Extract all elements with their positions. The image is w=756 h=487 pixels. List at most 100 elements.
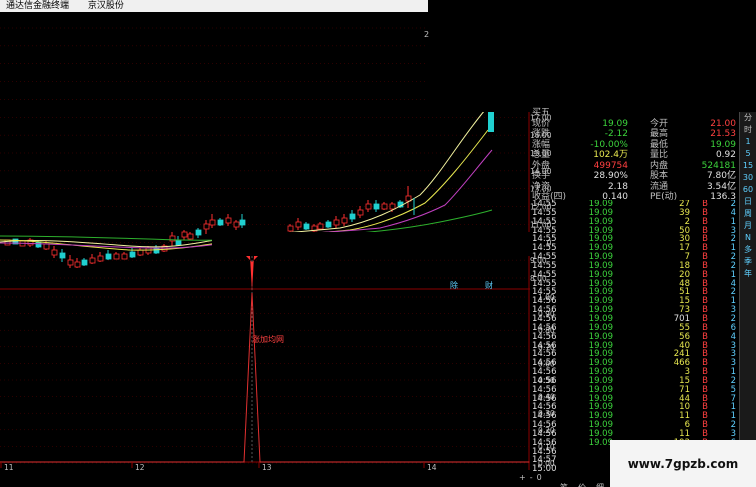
period-tab[interactable]: 日 bbox=[740, 196, 756, 208]
quote-value: 21.53 bbox=[710, 129, 736, 139]
candle-body bbox=[287, 225, 294, 232]
quote-value: 7.80亿 bbox=[706, 171, 736, 181]
candle-body bbox=[113, 253, 120, 260]
quote-value: 499754 bbox=[593, 160, 628, 171]
candle-body bbox=[233, 221, 240, 228]
period-tab[interactable]: N bbox=[740, 232, 756, 244]
period-tab[interactable]: 分 bbox=[740, 112, 756, 124]
quote-label: 内盘 bbox=[650, 160, 669, 171]
quote-label: 股本 bbox=[650, 171, 669, 181]
candle-body bbox=[365, 203, 372, 210]
candle-body bbox=[89, 257, 96, 264]
ex-rights-mark[interactable]: 除 bbox=[450, 280, 458, 291]
quote-value: -2.12 bbox=[604, 129, 628, 139]
period-tab[interactable]: 多 bbox=[740, 244, 756, 256]
quote-label: 外盘 bbox=[532, 160, 551, 171]
side-tab-bar: 分时 1 5 15 30 60 日周月 N 多季年 bbox=[739, 112, 756, 482]
quote-row: 总量 102.4万 量比 0.92 bbox=[532, 150, 738, 161]
date-tick-label: 13 bbox=[262, 463, 272, 472]
candle-body bbox=[325, 221, 332, 228]
quote-value: 19.09 bbox=[710, 139, 736, 150]
candle-body bbox=[129, 251, 136, 258]
candle-body bbox=[225, 217, 232, 224]
period-tab[interactable]: 周 bbox=[740, 208, 756, 220]
quote-label: 量比 bbox=[650, 150, 669, 160]
candle-body bbox=[137, 249, 144, 256]
candle-body bbox=[357, 209, 364, 216]
quote-label: 现价 bbox=[532, 118, 551, 129]
candle-body bbox=[175, 239, 182, 246]
quote-row: 现价 19.09 今开 21.00 bbox=[532, 119, 738, 130]
candle-body bbox=[349, 213, 356, 220]
zoom-button[interactable]: + bbox=[519, 473, 526, 483]
date-tick-label: 14 bbox=[427, 463, 437, 472]
quote-label: 最低 bbox=[650, 139, 669, 150]
candle-body bbox=[35, 241, 42, 248]
period-tab[interactable]: 年 bbox=[740, 268, 756, 280]
quote-label: 涨跌 bbox=[532, 129, 551, 139]
candle-body bbox=[97, 255, 104, 262]
period-tab[interactable]: 月 bbox=[740, 220, 756, 232]
candle-body bbox=[121, 253, 128, 260]
date-tick-label: 11 bbox=[4, 463, 14, 472]
zoom-button[interactable]: 0 bbox=[537, 473, 542, 483]
quote-value: 19.09 bbox=[602, 118, 628, 129]
period-tab[interactable]: 60 bbox=[740, 184, 756, 196]
quote-row: 净资 2.18 流通 3.54亿 bbox=[532, 182, 738, 193]
candle-body bbox=[43, 243, 50, 250]
quote-label: 最高 bbox=[650, 129, 669, 139]
watermark: www.7gpzb.com bbox=[610, 440, 756, 487]
candle-body bbox=[67, 259, 74, 266]
candle-body bbox=[187, 233, 194, 240]
quote-label: 净资 bbox=[532, 181, 551, 192]
candle-body bbox=[317, 223, 324, 230]
candle-body bbox=[105, 253, 112, 260]
quote-label: 流通 bbox=[650, 181, 669, 192]
candle-body bbox=[209, 219, 216, 226]
candle-body bbox=[203, 223, 210, 230]
quote-row: 涨幅 -10.00% 最低 19.09 bbox=[532, 140, 738, 151]
candle-body bbox=[195, 229, 202, 236]
quote-label: 今开 bbox=[650, 118, 669, 129]
quote-value: 28.90% bbox=[593, 171, 628, 181]
quote-label: 总量 bbox=[532, 150, 551, 160]
status-buttons: + -0 bbox=[519, 473, 549, 483]
quote-label: 换手 bbox=[532, 171, 551, 181]
price-axis-top: 2 bbox=[424, 30, 430, 39]
period-tab[interactable]: 5 bbox=[740, 148, 756, 160]
period-tab[interactable]: 15 bbox=[740, 160, 756, 172]
candle-body bbox=[239, 219, 246, 226]
bottom-tab[interactable]: 细 bbox=[596, 482, 604, 487]
candle-body bbox=[389, 203, 396, 210]
candle-body bbox=[303, 223, 310, 230]
redaction-block bbox=[212, 232, 547, 256]
candle-body bbox=[341, 217, 348, 224]
quote-row: 外盘 499754 内盘 524181 bbox=[532, 161, 738, 172]
quote-value: 2.18 bbox=[607, 181, 628, 192]
candle-body bbox=[51, 249, 58, 256]
bottom-tab[interactable]: 笔 bbox=[560, 482, 568, 487]
period-tab[interactable]: 1 bbox=[740, 136, 756, 148]
zoom-button[interactable]: - bbox=[530, 473, 533, 483]
candle-body bbox=[381, 203, 388, 210]
date-tick-label: 12 bbox=[135, 463, 145, 472]
period-tab[interactable]: 季 bbox=[740, 256, 756, 268]
quote-value: 0.92 bbox=[715, 150, 736, 160]
quote-value: 102.4万 bbox=[593, 150, 628, 160]
quote-value: 3.54亿 bbox=[706, 181, 736, 192]
candle-body bbox=[373, 203, 380, 210]
quote-row: 涨跌 -2.12 最高 21.53 bbox=[532, 129, 738, 140]
candle-body bbox=[74, 261, 81, 268]
quote-value: 524181 bbox=[701, 160, 736, 171]
candle-body bbox=[217, 219, 224, 226]
bottom-tab[interactable]: 价 bbox=[578, 482, 586, 487]
candle-body bbox=[295, 221, 302, 228]
quote-row: 换手 28.90% 股本 7.80亿 bbox=[532, 171, 738, 182]
period-tab[interactable]: 30 bbox=[740, 172, 756, 184]
quote-panel: 买五 现价 19.09 今开 21.00 涨跌 -2.12 最高 21.53 涨幅 -10.00% 最… bbox=[532, 108, 738, 202]
finance-mark[interactable]: 财 bbox=[485, 280, 493, 291]
indicator-label: 涨加均网 bbox=[252, 335, 284, 344]
candle-body bbox=[153, 247, 160, 254]
period-tab[interactable]: 时 bbox=[740, 124, 756, 136]
quote-label: 涨幅 bbox=[532, 139, 551, 150]
